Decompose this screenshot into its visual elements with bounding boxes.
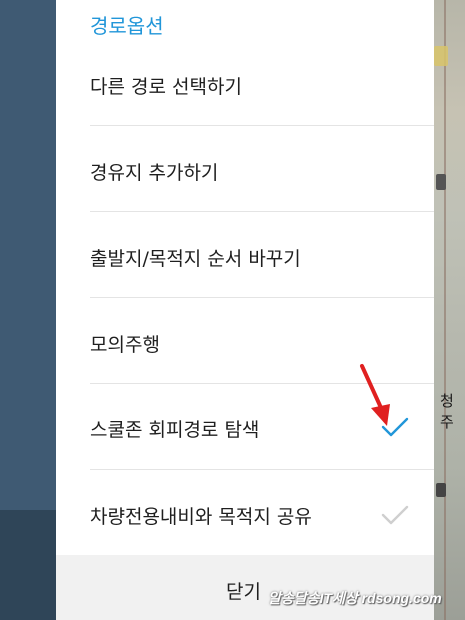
map-place-label: 청주 bbox=[440, 393, 454, 431]
map-marker bbox=[434, 46, 448, 66]
map-background bbox=[434, 0, 465, 620]
dialog-title: 경로옵션 bbox=[90, 14, 164, 38]
red-arrow-annotation bbox=[360, 364, 390, 426]
route-options-dialog: 경로옵션 다른 경로 선택하기 경유지 추가하기 출발지/목적지 순서 바꾸기 … bbox=[56, 0, 434, 620]
option-swap-origin-destination[interactable]: 출발지/목적지 순서 바꾸기 bbox=[56, 212, 434, 298]
watermark-text: 알송달송IT세상 rdsong.com bbox=[268, 590, 442, 606]
option-label: 경유지 추가하기 bbox=[90, 162, 219, 184]
screen: 청주 경로옵션 다른 경로 선택하기 경유지 추가하기 출발지/목적지 순서 바… bbox=[0, 0, 465, 620]
option-label: 스쿨존 회피경로 탐색 bbox=[90, 419, 260, 441]
option-add-waypoint[interactable]: 경유지 추가하기 bbox=[56, 126, 434, 212]
dimmed-background bbox=[0, 0, 56, 620]
map-road-line bbox=[444, 0, 446, 620]
close-button-label: 닫기 bbox=[226, 581, 261, 603]
option-share-destination-car-navi[interactable]: 차량전용내비와 목적지 공유 bbox=[56, 470, 434, 556]
option-label: 차량전용내비와 목적지 공유 bbox=[90, 506, 312, 528]
checkmark-icon[interactable] bbox=[380, 504, 410, 526]
map-marker bbox=[436, 483, 446, 497]
map-marker bbox=[436, 174, 446, 190]
dimmed-background-strip bbox=[0, 510, 56, 620]
option-select-other-route[interactable]: 다른 경로 선택하기 bbox=[56, 44, 434, 130]
option-label: 다른 경로 선택하기 bbox=[90, 76, 242, 98]
option-label: 출발지/목적지 순서 바꾸기 bbox=[90, 248, 301, 270]
option-label: 모의주행 bbox=[90, 334, 160, 356]
